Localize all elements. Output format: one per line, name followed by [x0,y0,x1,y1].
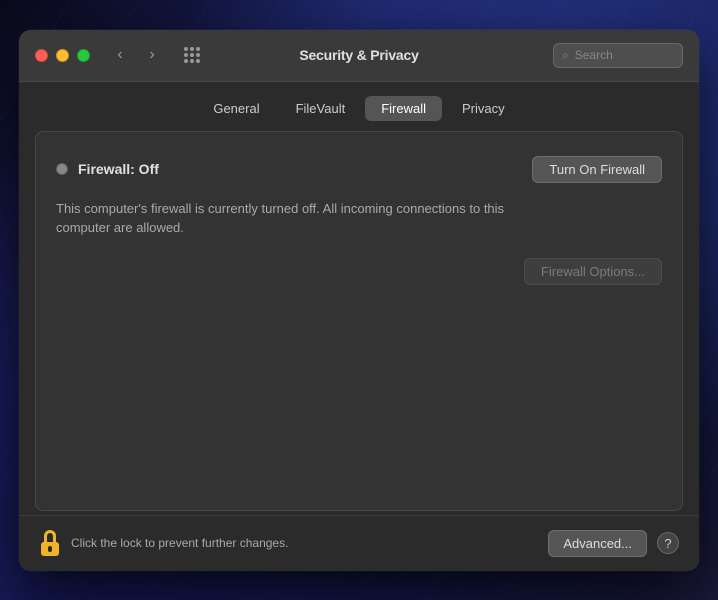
firewall-status-dot [56,163,68,175]
firewall-status-left: Firewall: Off [56,161,159,177]
advanced-button[interactable]: Advanced... [548,530,647,557]
main-window: ‹ › Security & Privacy ⌕ Search General … [19,30,699,571]
search-box[interactable]: ⌕ Search [553,43,683,68]
close-button[interactable] [35,49,48,62]
maximize-button[interactable] [77,49,90,62]
tab-firewall[interactable]: Firewall [365,96,442,121]
search-placeholder: Search [575,48,613,62]
firewall-options-button[interactable]: Firewall Options... [524,258,662,285]
help-button[interactable]: ? [657,532,679,554]
back-button[interactable]: ‹ [106,41,134,69]
tabbar: General FileVault Firewall Privacy [19,82,699,131]
firewall-status-label: Firewall: Off [78,161,159,177]
turn-on-firewall-button[interactable]: Turn On Firewall [532,156,662,183]
app-grid-icon[interactable] [178,41,206,69]
lock-button[interactable]: Click the lock to prevent further change… [39,530,288,556]
bottom-bar: Click the lock to prevent further change… [19,515,699,571]
content-panel: Firewall: Off Turn On Firewall This comp… [35,131,683,511]
tab-general[interactable]: General [197,96,275,121]
tab-filevault[interactable]: FileVault [280,96,362,121]
lock-label: Click the lock to prevent further change… [71,536,288,550]
titlebar: ‹ › Security & Privacy ⌕ Search [19,30,699,82]
forward-button[interactable]: › [138,41,166,69]
traffic-lights [35,49,90,62]
firewall-description: This computer's firewall is currently tu… [56,199,536,238]
tab-privacy[interactable]: Privacy [446,96,521,121]
search-icon: ⌕ [562,48,569,63]
lock-icon [39,530,61,556]
firewall-status-row: Firewall: Off Turn On Firewall [56,156,662,183]
nav-arrows: ‹ › [106,41,166,69]
minimize-button[interactable] [56,49,69,62]
window-title: Security & Privacy [299,47,418,63]
bottom-right: Advanced... ? [548,530,679,557]
